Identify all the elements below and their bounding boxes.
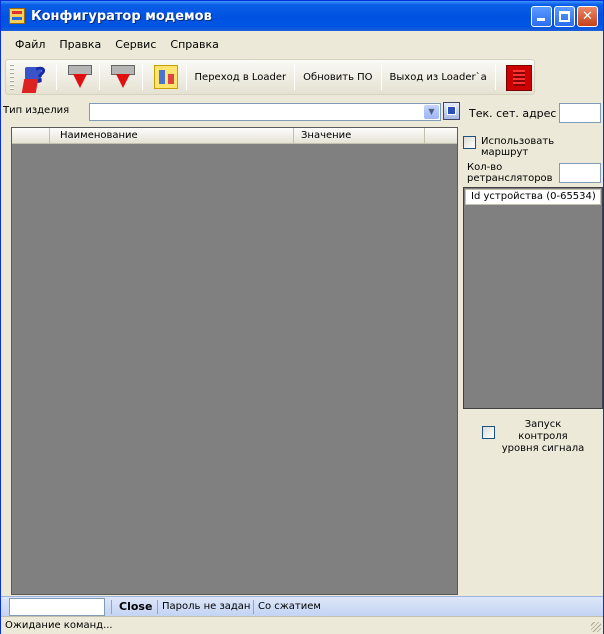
write-config-button[interactable] — [64, 62, 92, 92]
status-text: Ожидание команд... — [5, 620, 113, 631]
strip-separator — [253, 600, 254, 614]
settings-icon — [154, 65, 179, 89]
use-route-label: Использовать маршрут — [481, 136, 555, 158]
menu-service[interactable]: Сервис — [115, 38, 156, 51]
toolbar-separator — [142, 64, 144, 90]
repeaters-label: Кол-во ретрансляторов — [467, 162, 553, 184]
toolbar-separator — [99, 64, 101, 90]
menu-file[interactable]: Файл — [15, 38, 45, 51]
close-port-button[interactable]: Close — [119, 600, 152, 613]
repeaters-input[interactable] — [559, 163, 601, 183]
device-id-header[interactable]: Id устройства (0-65534) — [465, 189, 601, 205]
write-all-button[interactable] — [107, 62, 136, 92]
compression-status: Со сжатием — [258, 601, 321, 612]
read-config-button[interactable]: ? — [21, 62, 49, 93]
resize-grip-icon[interactable] — [591, 622, 601, 632]
exit-icon — [505, 65, 532, 91]
port-input[interactable] — [9, 598, 105, 616]
goto-loader-button[interactable]: Переход в Loader — [191, 72, 291, 83]
product-type-label: Тип изделия — [3, 105, 70, 116]
grid-corner — [12, 128, 50, 144]
update-firmware-button[interactable]: Обновить ПО — [299, 72, 376, 83]
product-type-select[interactable]: ▼ — [89, 103, 441, 121]
column-header-value[interactable]: Значение — [295, 128, 425, 144]
network-address-label: Тек. сет. адрес — [469, 107, 557, 120]
toolbar-separator — [185, 64, 187, 90]
exit-loader-button[interactable]: Выход из Loader`a — [386, 72, 491, 83]
toolbar-separator — [55, 64, 57, 90]
exit-button[interactable] — [503, 62, 532, 92]
signal-monitor-checkbox[interactable] — [482, 426, 495, 439]
device-id-list[interactable]: Id устройства (0-65534) — [463, 187, 603, 409]
window-title: Конфигуратор модемов — [31, 8, 212, 24]
read-config-icon: ? — [21, 63, 49, 93]
column-header-name[interactable]: Наименование — [50, 128, 294, 144]
toolbar-separator — [294, 64, 296, 90]
network-address-input[interactable] — [559, 103, 601, 123]
chevron-down-icon[interactable]: ▼ — [424, 105, 439, 119]
strip-separator — [111, 600, 112, 614]
menu-help[interactable]: Справка — [170, 38, 218, 51]
maximize-button[interactable] — [554, 6, 575, 27]
toolbar: ? Переход в Loader Обновить ПО Выход из … — [5, 59, 535, 95]
download-icon — [67, 65, 92, 89]
use-route-checkbox[interactable] — [463, 136, 476, 149]
close-window-button[interactable]: ✕ — [577, 6, 598, 27]
maximize-icon — [559, 11, 570, 22]
toolbar-separator — [380, 64, 382, 90]
minimize-button[interactable] — [531, 6, 552, 27]
app-icon — [9, 8, 25, 24]
settings-button[interactable] — [150, 62, 179, 92]
close-icon: ✕ — [582, 9, 593, 24]
download-all-icon — [111, 65, 136, 89]
window-icon — [447, 106, 456, 115]
status-bar: Ожидание команд... — [1, 616, 603, 634]
toolbar-separator — [494, 64, 496, 90]
connection-strip: Close Пароль не задан Со сжатием — [1, 596, 603, 616]
password-status: Пароль не задан — [162, 601, 251, 612]
signal-monitor-label: Запуск контроля уровня сигнала — [501, 419, 585, 454]
menu-bar: Файл Правка Сервис Справка — [1, 31, 603, 57]
minimize-icon — [537, 18, 545, 21]
parameters-grid[interactable]: Наименование Значение — [11, 127, 458, 595]
grid-header: Наименование Значение — [12, 128, 457, 144]
strip-separator — [157, 600, 158, 614]
title-bar[interactable]: Конфигуратор модемов ✕ — [1, 1, 603, 31]
toolbar-grip[interactable] — [10, 64, 14, 90]
main-window: Конфигуратор модемов ✕ Файл Правка Серви… — [0, 0, 604, 634]
product-type-apply-button[interactable] — [443, 102, 460, 120]
menu-edit[interactable]: Правка — [59, 38, 101, 51]
